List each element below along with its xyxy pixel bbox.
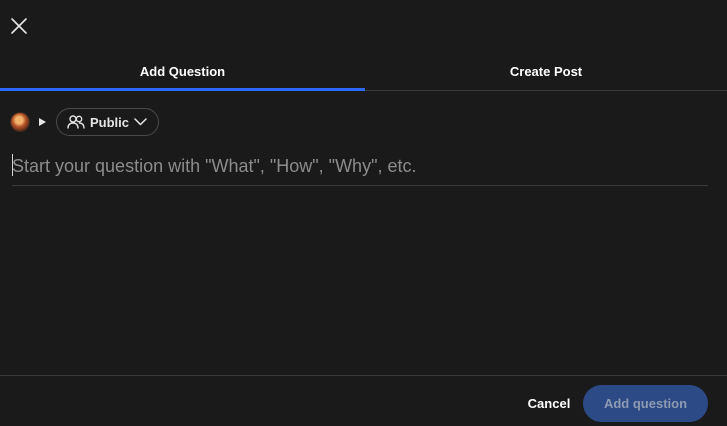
add-question-button[interactable]: Add question xyxy=(583,385,708,422)
audience-row: Public xyxy=(10,107,160,137)
tab-add-question-label: Add Question xyxy=(139,64,226,79)
audience-label: Public xyxy=(90,114,130,130)
tab-create-post[interactable]: Create Post xyxy=(365,55,727,90)
caret-right-icon[interactable] xyxy=(39,118,46,126)
cancel-button[interactable]: Cancel xyxy=(517,391,581,415)
tab-add-question[interactable]: Add Question xyxy=(0,55,365,91)
modal-footer: Cancel Add question xyxy=(0,375,727,426)
chevron-down-icon xyxy=(134,118,147,126)
question-input[interactable] xyxy=(12,148,708,186)
close-button[interactable] xyxy=(7,14,31,38)
text-caret xyxy=(12,154,13,176)
close-icon xyxy=(11,18,27,34)
add-question-modal: Add Question Create Post Public Cancel A… xyxy=(0,0,727,426)
people-icon xyxy=(67,115,85,129)
user-avatar[interactable] xyxy=(10,112,30,132)
audience-selector-button[interactable]: Public xyxy=(56,108,160,136)
tab-create-post-label: Create Post xyxy=(509,64,583,79)
tab-bar: Add Question Create Post xyxy=(0,55,727,91)
